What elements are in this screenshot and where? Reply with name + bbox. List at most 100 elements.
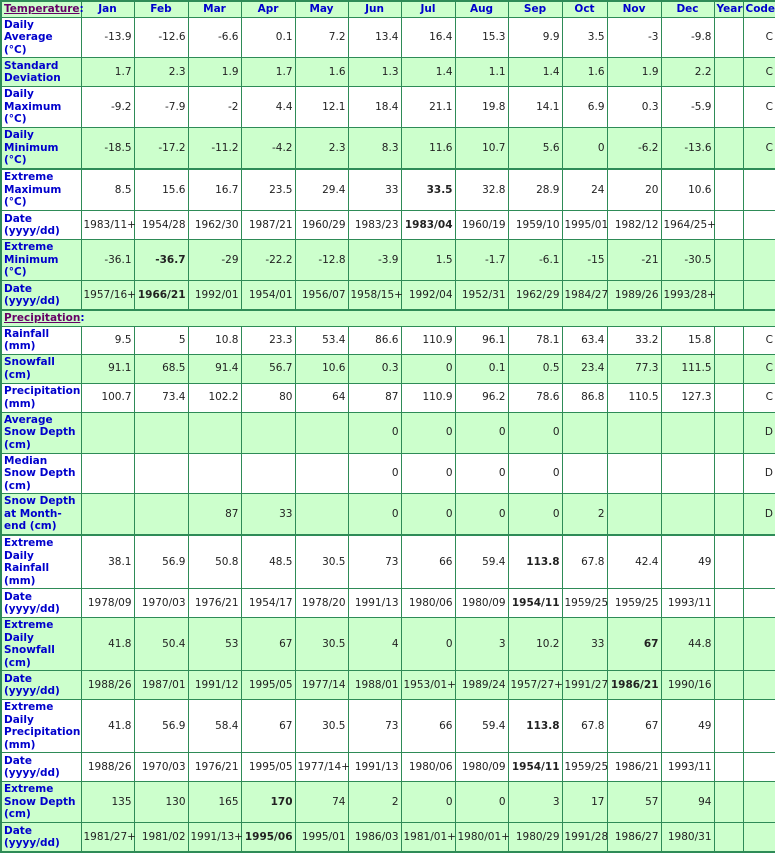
- value-cell: 86.8: [561, 382, 608, 413]
- value-cell: -36.7: [133, 239, 189, 281]
- value-cell: 17: [561, 781, 608, 823]
- value-cell: 56.7: [240, 353, 296, 384]
- value-cell: 3.5: [561, 16, 608, 58]
- value-cell: 0: [454, 493, 509, 536]
- value-cell: 0: [400, 493, 456, 536]
- value-cell: 0.3: [606, 86, 662, 128]
- value-cell: 1993/28+: [660, 280, 716, 311]
- value-cell: 0.1: [454, 353, 509, 384]
- value-cell: 1.7: [80, 57, 135, 87]
- value-cell: 64: [294, 382, 349, 413]
- table-row: Date (yyyy/dd) 1957/16+ 1966/21 1992/01 1954…: [0, 280, 775, 311]
- value-cell: 0: [347, 493, 402, 536]
- code-cell: [742, 588, 775, 618]
- value-cell: -2: [187, 86, 242, 128]
- value-cell: 2.3: [294, 127, 349, 170]
- value-cell: -3.9: [347, 239, 402, 281]
- value-cell: 0: [347, 452, 402, 494]
- code-cell: [742, 534, 775, 589]
- value-cell: 57: [606, 781, 662, 823]
- value-cell: 14.1: [507, 86, 563, 128]
- row-label: Extreme Daily Precipitation (mm): [0, 699, 82, 753]
- precipitation-link[interactable]: Precipitation: [4, 312, 80, 324]
- table-row: Extreme Maximum (°C) 8.5 15.6 16.7 23.5 29.4 3…: [0, 168, 775, 211]
- value-cell: -1.7: [454, 239, 509, 281]
- value-cell: 8.3: [347, 127, 402, 170]
- value-cell: 77.3: [606, 353, 662, 384]
- value-cell: 68.5: [133, 353, 189, 384]
- table-row: Precipitation (mm) 100.7 73.4 102.2 80 64 87 11…: [0, 382, 775, 413]
- value-cell: [660, 493, 715, 536]
- value-cell: 1960/29: [294, 210, 349, 240]
- value-cell: 56.9: [133, 534, 189, 589]
- value-cell: 1988/01: [347, 670, 402, 700]
- month-header: Sep: [507, 0, 563, 18]
- value-cell: -18.5: [80, 127, 135, 170]
- temperature-link[interactable]: Temperature: [4, 3, 80, 15]
- value-cell: 80: [240, 382, 296, 413]
- month-header: Feb: [133, 0, 189, 18]
- value-cell: 10.6: [660, 168, 715, 211]
- year-cell: [713, 86, 744, 128]
- value-cell: 1970/03: [133, 588, 189, 618]
- value-cell: 1992/01: [187, 280, 242, 311]
- value-cell: 41.8: [80, 617, 135, 671]
- value-cell: 1962/29: [507, 280, 563, 311]
- value-cell: 16.7: [187, 168, 242, 211]
- value-cell: 1.5: [400, 239, 456, 281]
- month-header: Oct: [561, 0, 608, 18]
- value-cell: 1981/02: [133, 822, 189, 853]
- row-label: Extreme Maximum (°C): [0, 168, 82, 211]
- year-cell: [713, 325, 744, 355]
- value-cell: 73.4: [133, 382, 189, 413]
- code-cell: [742, 752, 775, 782]
- year-cell: [713, 210, 744, 240]
- year-cell: [713, 382, 744, 413]
- value-cell: 10.2: [507, 617, 563, 671]
- value-cell: [660, 452, 715, 494]
- row-label: Date (yyyy/dd): [0, 752, 82, 782]
- table-row: Daily Minimum (°C) -18.5 -17.2 -11.2 -4.2 2.3…: [0, 127, 775, 170]
- value-cell: 42.4: [606, 534, 662, 589]
- value-cell: 1.4: [400, 57, 456, 87]
- value-cell: 0.1: [240, 16, 296, 58]
- value-cell: -22.2: [240, 239, 296, 281]
- value-cell: -12.8: [294, 239, 349, 281]
- value-cell: 1980/29: [507, 822, 563, 853]
- value-cell: 1984/27: [561, 280, 608, 311]
- year-cell: [713, 699, 744, 753]
- temperature-rows: Daily Average (°C) -13.9 -12.6 -6.6 0.1 7.2 13…: [0, 16, 775, 311]
- row-label: Rainfall (mm): [0, 325, 82, 355]
- value-cell: 1995/05: [240, 752, 296, 782]
- value-cell: 1988/26: [80, 670, 135, 700]
- code-cell: D: [742, 493, 775, 536]
- value-cell: 30.5: [294, 534, 349, 589]
- value-cell: 1959/25: [561, 752, 608, 782]
- value-cell: [133, 411, 189, 454]
- value-cell: 0: [454, 411, 509, 454]
- value-cell: 1989/24: [454, 670, 509, 700]
- code-cell: [742, 822, 775, 853]
- value-cell: 12.1: [294, 86, 349, 128]
- row-label: Date (yyyy/dd): [0, 588, 82, 618]
- value-cell: 58.4: [187, 699, 242, 753]
- value-cell: -9.2: [80, 86, 135, 128]
- value-cell: 21.1: [400, 86, 456, 128]
- value-cell: 1976/21: [187, 588, 242, 618]
- year-cell: [713, 353, 744, 384]
- value-cell: 127.3: [660, 382, 715, 413]
- value-cell: 1980/06: [400, 588, 456, 618]
- temperature-section-header: Temperature:: [0, 0, 84, 18]
- value-cell: 10.8: [187, 325, 242, 355]
- value-cell: 73: [347, 699, 402, 753]
- value-cell: 50.8: [187, 534, 242, 589]
- value-cell: 15.6: [133, 168, 189, 211]
- value-cell: -4.2: [240, 127, 296, 170]
- value-cell: 4: [347, 617, 402, 671]
- value-cell: 9.5: [80, 325, 135, 355]
- value-cell: 28.9: [507, 168, 563, 211]
- code-cell: C: [742, 382, 775, 413]
- value-cell: 110.5: [606, 382, 662, 413]
- row-label: Daily Average (°C): [0, 16, 82, 58]
- value-cell: [606, 411, 662, 454]
